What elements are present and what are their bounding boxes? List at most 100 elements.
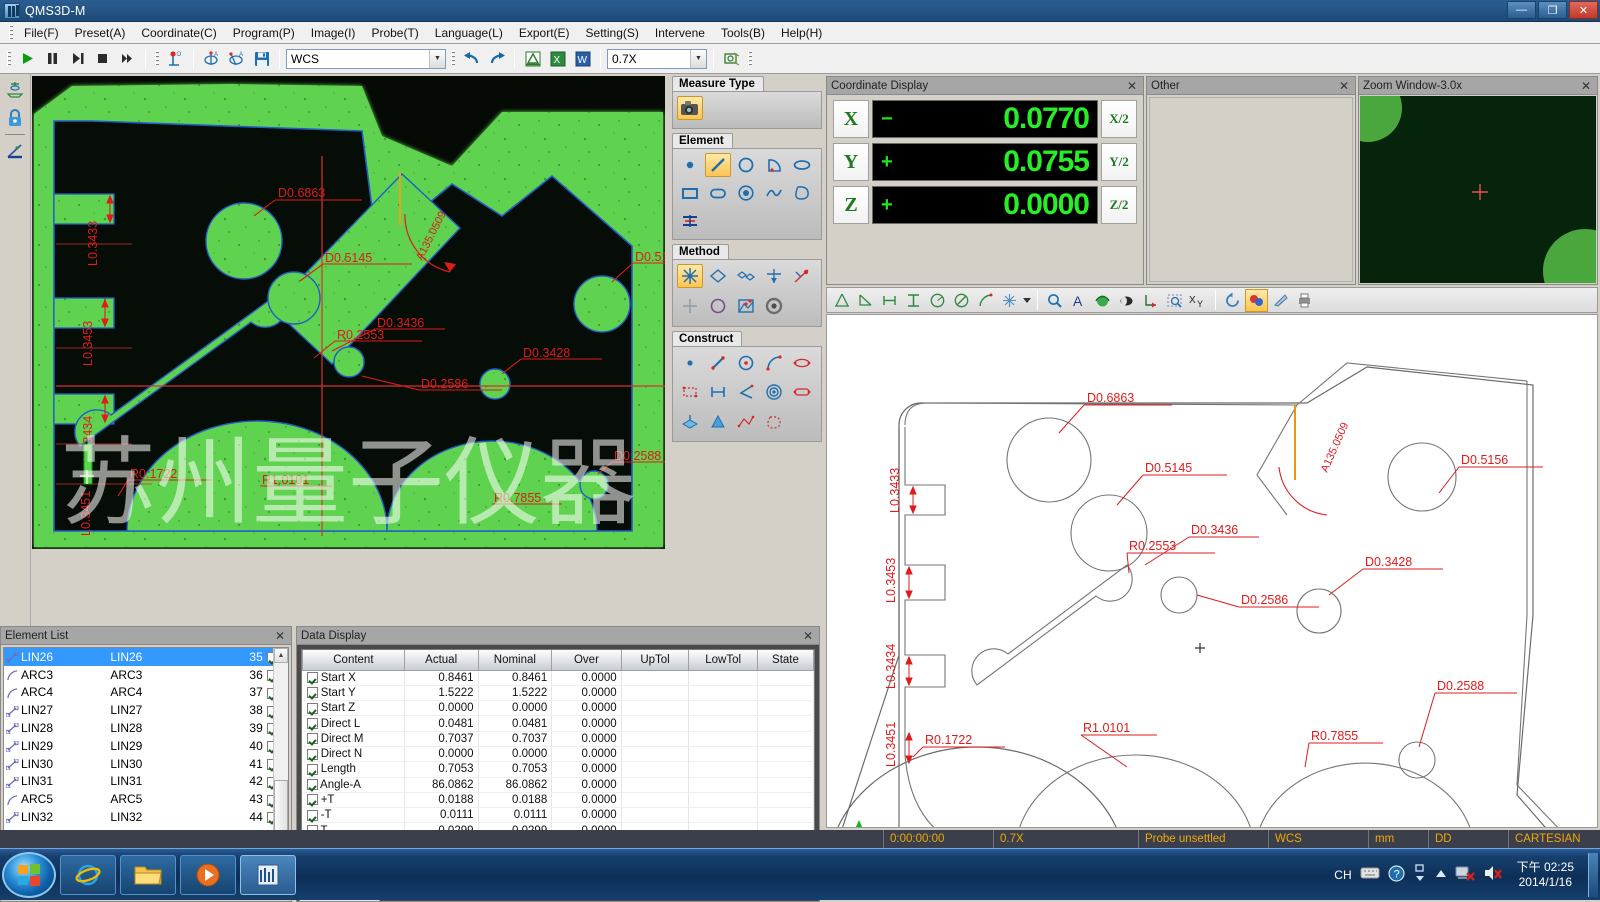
xy-view-icon[interactable]: XY — [1187, 289, 1210, 312]
toolbar-grip-4[interactable] — [748, 51, 752, 66]
cross-hair-edge-icon[interactable] — [761, 264, 787, 288]
height-tool-icon[interactable] — [902, 289, 925, 312]
export-excel-icon[interactable]: X — [546, 47, 569, 70]
crosshair-icon[interactable] — [677, 294, 703, 318]
stop-icon[interactable] — [91, 47, 114, 70]
table-row[interactable]: ARC4ARC437 — [4, 684, 288, 702]
refresh-icon[interactable] — [1221, 289, 1244, 312]
toolbar-grip-2[interactable] — [155, 51, 159, 66]
table-row[interactable]: -T0.01110.01110.0000 — [303, 808, 814, 823]
snap-icon[interactable] — [998, 289, 1021, 312]
angle-icon[interactable] — [733, 380, 759, 404]
chevron-down-icon-2[interactable]: ▼ — [690, 50, 706, 68]
curve-icon[interactable] — [761, 181, 787, 205]
axis-y-button[interactable]: Y — [833, 143, 869, 181]
zoom-window-canvas[interactable] — [1360, 96, 1596, 283]
manual-point-icon[interactable] — [789, 264, 815, 288]
maximize-button[interactable]: ❐ — [1538, 1, 1567, 19]
file-explorer-icon[interactable] — [120, 855, 176, 895]
toolbar-grip-1[interactable] — [7, 51, 11, 66]
taskbar-clock[interactable]: 下午 02:25 2014/1/16 — [1511, 860, 1580, 890]
table-row[interactable]: Start Z0.00000.00000.0000 — [303, 701, 814, 716]
row-checkbox[interactable] — [307, 703, 318, 714]
table-row[interactable]: LIN26LIN2635 — [4, 648, 288, 666]
menu-item-image[interactable]: Image(I) — [303, 23, 364, 43]
axis-move-icon[interactable] — [1139, 289, 1162, 312]
slot-construct-icon[interactable] — [789, 380, 815, 404]
fast-forward-icon[interactable] — [116, 47, 139, 70]
menu-item-coordinate[interactable]: Coordinate(C) — [133, 23, 224, 43]
color-icon[interactable] — [1245, 289, 1268, 312]
chevron-up-icon[interactable] — [1435, 868, 1447, 882]
camera-icon[interactable] — [677, 96, 703, 120]
column-header[interactable]: State — [757, 650, 813, 670]
menu-item-preset[interactable]: Preset(A) — [67, 23, 134, 43]
help-icon[interactable]: ? — [1388, 865, 1405, 885]
export-word-icon[interactable]: W — [571, 47, 594, 70]
export-pdf-icon[interactable] — [521, 47, 544, 70]
table-row[interactable]: ARC5ARC543 — [4, 790, 288, 808]
table-row[interactable]: Direct L0.04810.04810.0000 — [303, 716, 814, 731]
menu-item-file[interactable]: File(F) — [16, 23, 67, 43]
close-icon-datadisplay[interactable]: ✕ — [801, 629, 815, 643]
plane-construct-icon[interactable] — [677, 410, 703, 434]
cone-construct-icon[interactable] — [705, 410, 731, 434]
dropdown-arrow-icon[interactable] — [1022, 289, 1032, 312]
table-row[interactable]: Angle-A86.086286.08620.0000 — [303, 777, 814, 792]
chevron-down-icon[interactable]: ▼ — [429, 50, 445, 68]
table-row[interactable]: LIN32LIN3244 — [4, 808, 288, 826]
redo-icon[interactable] — [485, 47, 508, 70]
close-icon-elementlist[interactable]: ✕ — [273, 629, 287, 643]
qms3d-icon[interactable] — [240, 855, 296, 895]
close-button[interactable]: ✕ — [1569, 1, 1598, 19]
arc-tool-icon[interactable] — [974, 289, 997, 312]
circle-icon[interactable] — [733, 153, 759, 177]
line-tool-icon[interactable] — [854, 289, 877, 312]
rectangle-icon[interactable] — [677, 181, 703, 205]
arc-construct-icon[interactable] — [761, 351, 787, 375]
auto-edge-icon[interactable] — [677, 264, 703, 288]
rotate-axis-a2-icon[interactable]: A — [225, 47, 248, 70]
point-construct-icon[interactable] — [677, 351, 703, 375]
point-icon[interactable] — [677, 153, 703, 177]
ellipse-icon[interactable] — [789, 153, 815, 177]
table-row[interactable]: LIN29LIN2940 — [4, 737, 288, 755]
hatch-icon[interactable] — [1269, 289, 1292, 312]
column-header[interactable]: Nominal — [478, 650, 552, 670]
media-player-icon[interactable] — [180, 855, 236, 895]
line-construct-icon[interactable] — [705, 351, 731, 375]
row-checkbox[interactable] — [307, 764, 318, 775]
diameter-tool-icon[interactable] — [950, 289, 973, 312]
table-row[interactable]: Start Y1.52221.52220.0000 — [303, 685, 814, 700]
column-header[interactable]: UpTol — [621, 650, 689, 670]
close-icon[interactable]: ✕ — [1125, 79, 1139, 93]
table-row[interactable]: ARC3ARC336 — [4, 666, 288, 684]
show-hidden-icon[interactable] — [1413, 864, 1427, 885]
distance-icon[interactable] — [705, 380, 731, 404]
table-row[interactable]: +T0.01880.01880.0000 — [303, 792, 814, 807]
axis-y-half-button[interactable]: Y/2 — [1101, 143, 1137, 181]
circle-tool-icon[interactable] — [926, 289, 949, 312]
minimize-button[interactable]: — — [1507, 1, 1536, 19]
column-header[interactable]: LowTol — [689, 650, 758, 670]
axis-z-button[interactable]: Z — [833, 186, 869, 224]
table-row[interactable]: LIN28LIN2839 — [4, 719, 288, 737]
show-desktop-button[interactable] — [1588, 853, 1598, 897]
volume-muted-icon[interactable] — [1483, 864, 1503, 885]
row-checkbox[interactable] — [307, 794, 318, 805]
single-edge-icon[interactable] — [705, 264, 731, 288]
double-edge-icon[interactable] — [733, 264, 759, 288]
undo-icon[interactable] — [460, 47, 483, 70]
axis-x-button[interactable]: X — [833, 100, 869, 138]
cad-drawing-view[interactable]: 器有限公司 — [826, 314, 1598, 828]
row-checkbox[interactable] — [307, 718, 318, 729]
table-row[interactable]: LIN31LIN3142 — [4, 773, 288, 791]
row-checkbox[interactable] — [307, 733, 318, 744]
polyline-icon[interactable] — [733, 410, 759, 434]
zoom-window-icon[interactable] — [1163, 289, 1186, 312]
run-icon[interactable] — [16, 47, 39, 70]
row-checkbox[interactable] — [307, 749, 318, 760]
magnification-select[interactable]: 0.7X ▼ — [607, 49, 707, 69]
column-header[interactable]: Over — [552, 650, 621, 670]
menu-item-help[interactable]: Help(H) — [773, 23, 830, 43]
